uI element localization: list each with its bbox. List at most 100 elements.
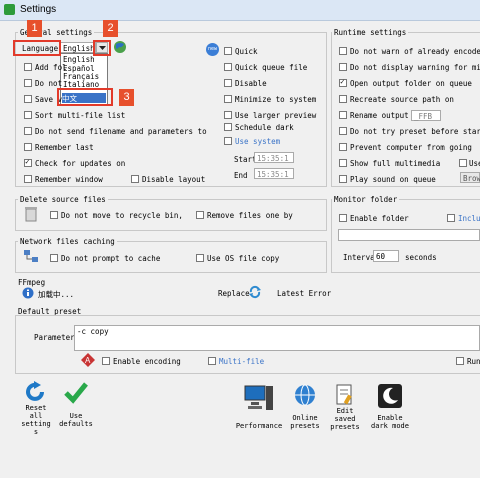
parameters-label: Parameters [34,333,80,342]
remember-window-checkbox[interactable] [24,175,32,183]
run-label: Run [467,357,480,366]
sort-list-checkbox[interactable] [24,111,32,119]
runtime-label-2: Open output folder on queue [350,79,472,88]
schedule-dark-label: Schedule dark [235,123,294,132]
add-folder-checkbox[interactable] [24,63,32,71]
annotation-badge-2: 2 [103,20,118,37]
run-checkbox[interactable] [456,357,464,365]
include-label: Includ [458,214,480,223]
include-checkbox[interactable] [447,214,455,222]
runtime-checkbox-7[interactable] [339,159,347,167]
ffmpeg-title: FFmpeg [18,278,46,287]
replace-label[interactable]: Replace [218,289,250,298]
do-not-checkbox[interactable] [24,79,32,87]
runtime-checkbox-2[interactable] [339,77,347,87]
network-caching-title: Network files caching [18,237,117,246]
edit-saved-presets-button[interactable]: Edit saved presets [327,384,363,442]
sort-list-label: Sort multi-file list [35,111,126,120]
disable-layout-checkbox[interactable] [131,175,139,183]
app-icon [4,4,15,15]
browse-button[interactable]: Brow [460,172,480,183]
no-prompt-checkbox[interactable] [50,254,58,262]
runtime-checkbox-4[interactable] [339,111,347,119]
runtime-checkbox-1[interactable] [339,63,347,71]
rename-output-input[interactable]: _FFB [411,110,441,121]
end-time-value: 15:35:1 [257,170,289,179]
latest-error-link[interactable]: Latest Error [277,289,331,298]
use-system-checkbox[interactable] [224,137,232,145]
ffmpeg-status: 加载中... [38,290,75,299]
minimize-checkbox[interactable] [224,95,232,103]
delete-source-title: Delete source files [18,195,108,204]
runtime-label-1: Do not display warning for missing [350,63,480,72]
runtime-checkbox-0[interactable] [339,47,347,55]
start-time-input[interactable]: 15:35:1 [254,152,294,163]
runtime-label-8: Play sound on queue [350,175,436,184]
use-defaults-button[interactable]: Use defaults [58,380,94,438]
use-label: Use [469,159,480,168]
svg-text:A: A [85,356,91,365]
reset-all-settings-button[interactable]: Reset all setting s [18,380,54,438]
larger-preview-label: Use larger preview [235,111,317,120]
online-presets-button[interactable]: Online presets [287,384,323,434]
enable-folder-label: Enable folder [350,214,409,223]
refresh-icon[interactable] [248,285,262,299]
remove-one-label: Remove files one by [207,211,293,220]
multifile-checkbox[interactable] [208,357,216,365]
save-checkbox[interactable] [24,95,32,103]
language-select-value: English [63,44,95,53]
runtime-label-7: Show full multimedia [350,159,441,168]
remember-window-label: Remember window [35,175,103,184]
use-os-label: Use OS file copy [207,254,280,263]
use-system-label: Use system [235,137,281,146]
encoding-icon: A [81,353,95,367]
window-title: Settings [20,4,57,15]
monitor-folder-title: Monitor folder [332,195,400,204]
runtime-label-5: Do not try preset before start [350,127,480,136]
enable-folder-checkbox[interactable] [339,214,347,222]
schedule-dark-checkbox[interactable] [224,123,232,131]
end-time-input[interactable]: 15:35:1 [254,168,294,179]
no-send-label: Do not send filename and parameters to [35,127,207,136]
remember-last-checkbox[interactable] [24,143,32,151]
runtime-label-6: Prevent computer from going [350,143,472,152]
globe-icon[interactable] [113,40,127,54]
quick-queue-checkbox[interactable] [224,63,232,71]
runtime-label-3: Recreate source path on [350,95,454,104]
runtime-label-0: Do not warn of already encoded [350,47,480,56]
check-updates-checkbox[interactable] [24,157,32,167]
runtime-checkbox-3[interactable] [339,95,347,103]
quick-checkbox[interactable] [224,47,232,55]
enable-dark-mode-button[interactable]: Enable dark mode [368,384,412,434]
no-recycle-checkbox[interactable] [50,211,58,219]
remember-last-label: Remember last [35,143,94,152]
enable-encoding-checkbox[interactable] [102,357,110,365]
minimize-label: Minimize to system [235,95,317,104]
interval-input[interactable]: 60 [373,250,399,262]
language-select[interactable]: English [60,42,96,53]
browse-label: Brow [463,174,480,183]
larger-preview-checkbox[interactable] [224,111,232,119]
disable-checkbox[interactable] [224,79,232,87]
annotation-box-chinese-option [57,88,113,106]
reset-icon [26,381,44,401]
new-badge-icon: new [206,43,219,56]
title-bar: Settings [0,0,480,21]
use-checkbox[interactable] [459,159,467,167]
runtime-checkbox-5[interactable] [339,127,347,135]
parameters-input[interactable]: -c copy [74,325,480,351]
no-send-checkbox[interactable] [24,127,32,135]
no-recycle-label: Do not move to recycle bin, [61,211,183,220]
annotation-box-language-label [13,40,61,56]
monitor-path-input[interactable] [338,229,480,241]
runtime-settings-title: Runtime settings [332,28,409,37]
online-presets-label: Online presets [290,414,320,430]
use-os-checkbox[interactable] [196,254,204,262]
remove-one-checkbox[interactable] [196,211,204,219]
reset-all-settings-label: Reset all setting s [21,404,51,436]
performance-button[interactable]: Performance [234,384,284,434]
runtime-checkbox-6[interactable] [339,143,347,151]
language-option-english[interactable]: English [63,55,95,64]
network-icon [24,250,38,262]
runtime-checkbox-8[interactable] [339,175,347,183]
